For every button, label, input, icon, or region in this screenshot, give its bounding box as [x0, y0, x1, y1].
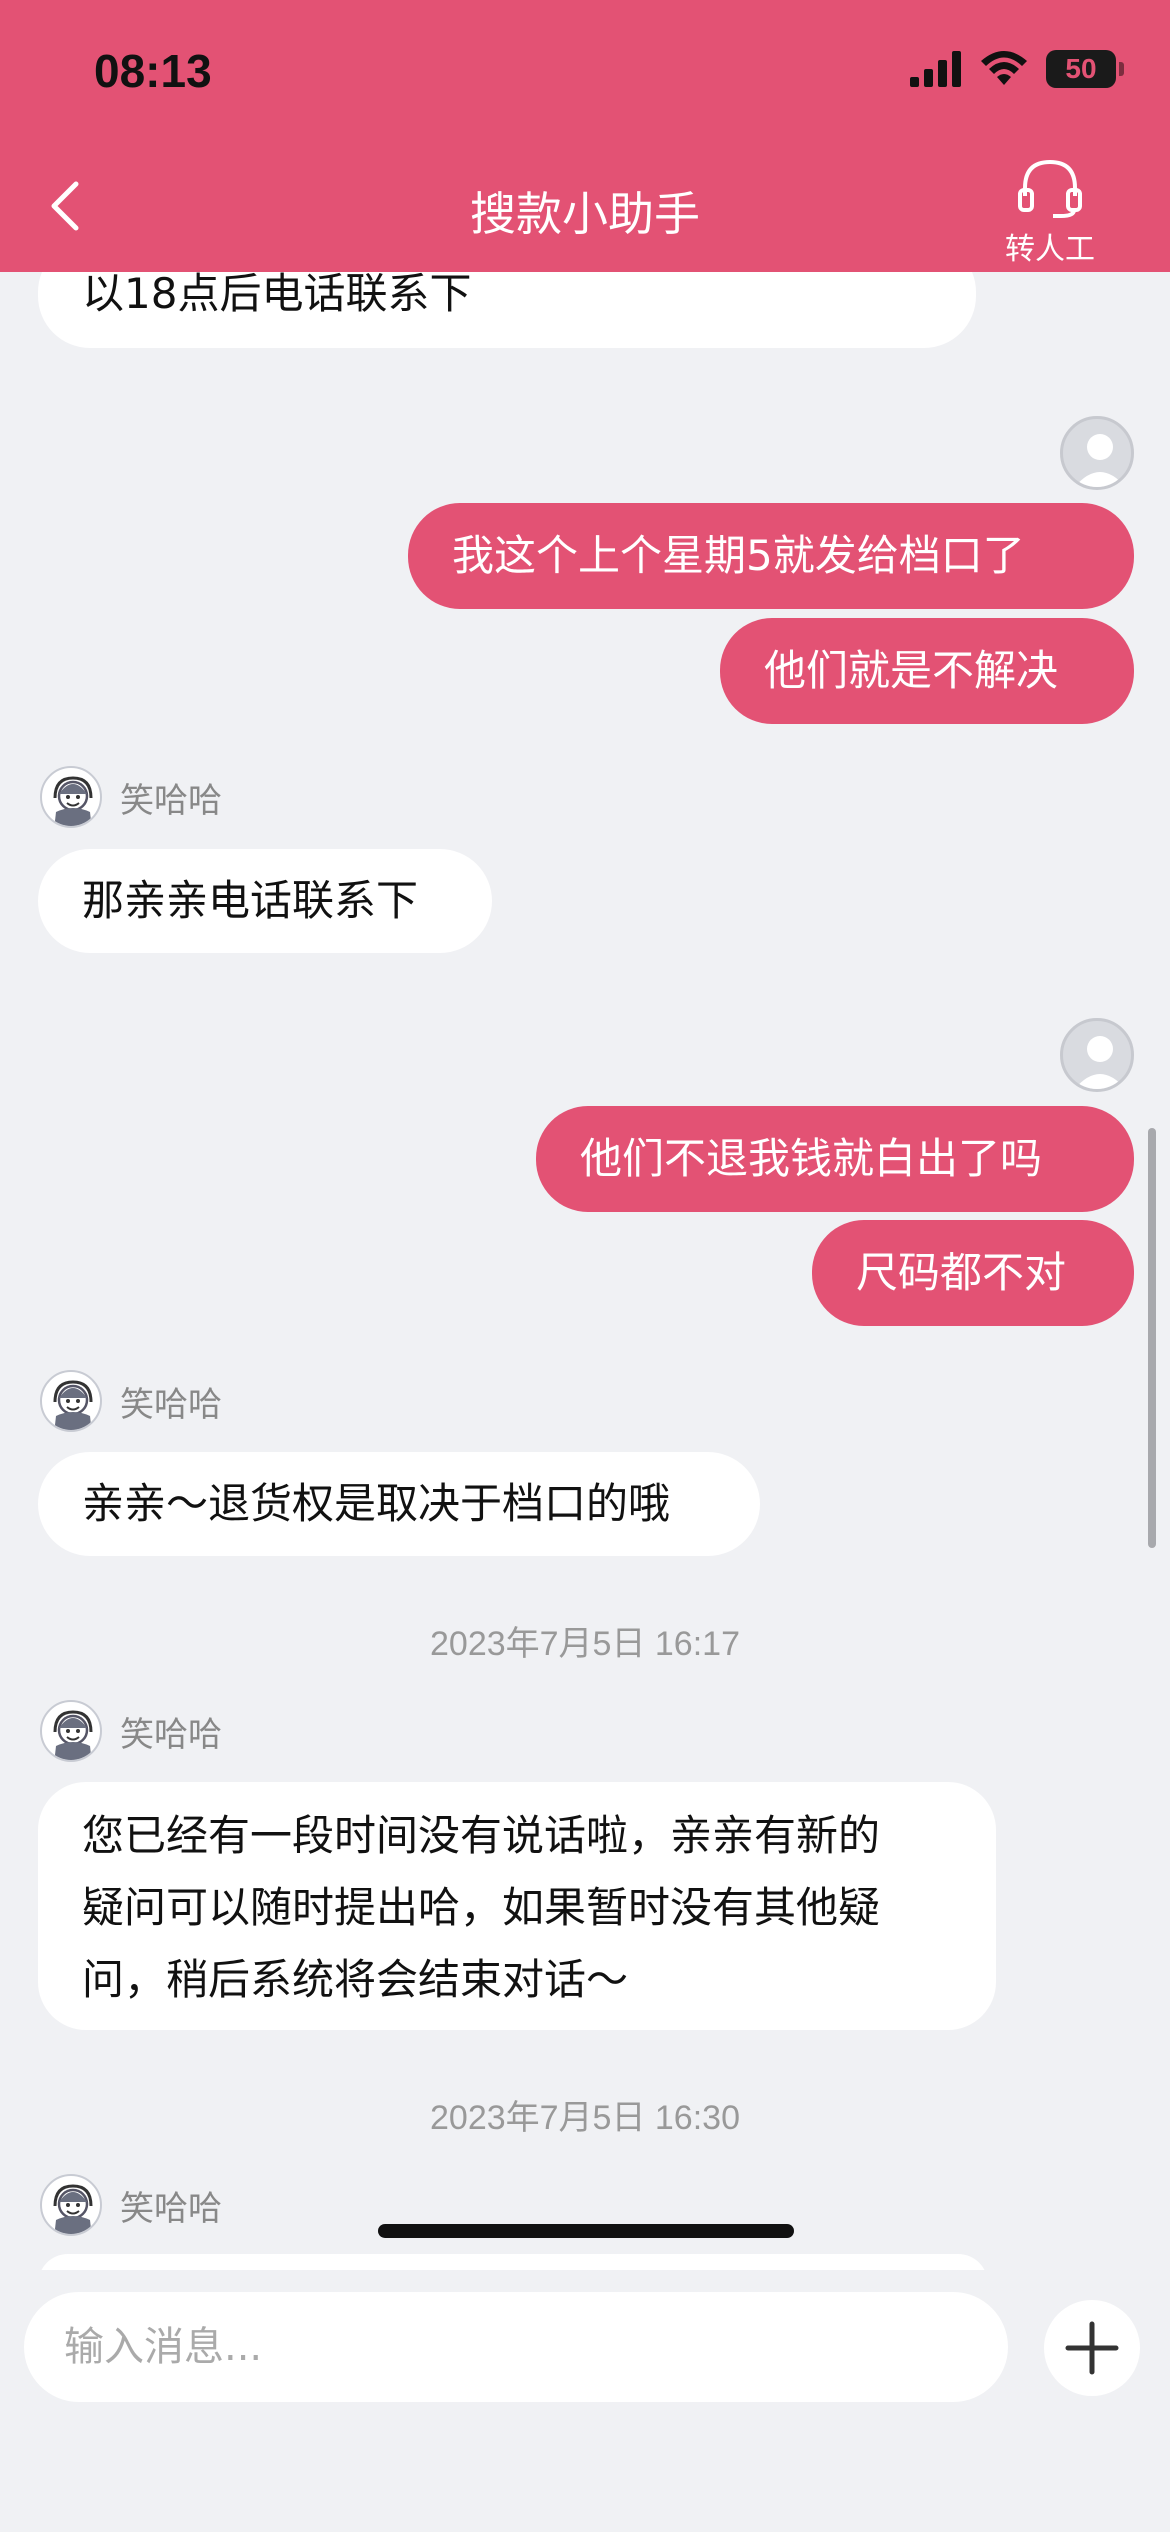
outgoing-message[interactable]: 尺码都不对: [812, 1220, 1134, 1326]
outgoing-message[interactable]: 他们就是不解决: [720, 618, 1134, 724]
agent-header: 笑哈哈: [40, 1370, 222, 1432]
message-line: 问，稍后系统将会结束对话～: [82, 1955, 629, 2004]
agent-name: 笑哈哈: [120, 780, 222, 821]
agent-header: 笑哈哈: [40, 766, 222, 828]
timestamp: 2023年7月5日 16:17: [430, 1625, 740, 1663]
agent-header: 笑哈哈: [40, 1700, 222, 1762]
wifi-icon: [981, 51, 1027, 85]
add-attachment-button[interactable]: [1044, 2300, 1140, 2396]
person-icon: [1074, 1036, 1126, 1089]
incoming-message[interactable]: 那亲亲电话联系下: [38, 849, 492, 953]
agent-name: 笑哈哈: [120, 1714, 222, 1755]
input-bar: [0, 2270, 1170, 2532]
incoming-message-partial[interactable]: [38, 2254, 988, 2270]
agent-avatar-icon: [40, 766, 102, 828]
outgoing-message[interactable]: 他们不退我钱就白出了吗: [536, 1106, 1134, 1212]
headset-icon: [1018, 159, 1082, 218]
home-indicator[interactable]: [378, 2224, 794, 2238]
signal-icon: [910, 51, 961, 87]
chat-area[interactable]: 以18点后电话联系下 我这个上个星期5就发给档口了 他们就是不解决 笑哈哈 那亲…: [0, 0, 1170, 2270]
agent-avatar-icon: [40, 1370, 102, 1432]
person-icon: [1074, 434, 1126, 487]
user-avatar: [1060, 1018, 1134, 1092]
transfer-human-button[interactable]: 转人工: [980, 156, 1120, 268]
transfer-label: 转人工: [1005, 232, 1095, 267]
user-avatar: [1060, 416, 1134, 490]
message-line: 您已经有一段时间没有说话啦，亲亲有新的: [82, 1811, 881, 1860]
timestamp: 2023年7月5日 16:30: [430, 2099, 740, 2137]
scrollbar[interactable]: [1148, 1128, 1156, 1548]
battery-icon: 50: [1046, 50, 1124, 88]
incoming-message[interactable]: 您已经有一段时间没有说话啦，亲亲有新的 疑问可以随时提出哈，如果暂时没有其他疑 …: [38, 1782, 996, 2030]
outgoing-message[interactable]: 我这个上个星期5就发给档口了: [408, 503, 1134, 609]
agent-header: 笑哈哈: [40, 2174, 222, 2236]
agent-avatar-icon: [40, 1700, 102, 1762]
incoming-message[interactable]: 亲亲～退货权是取决于档口的哦: [38, 1452, 760, 1556]
status-time: 08:13: [94, 45, 212, 97]
agent-name: 笑哈哈: [120, 1384, 222, 1425]
agent-name: 笑哈哈: [120, 2188, 222, 2229]
plus-icon: [1065, 2321, 1119, 2375]
nav-header: 08:13 50 搜款小助手 转人工: [0, 0, 1170, 272]
message-line: 疑问可以随时提出哈，如果暂时没有其他疑: [82, 1883, 881, 1932]
agent-avatar-icon: [40, 2174, 102, 2236]
status-icons: 50: [910, 50, 1124, 88]
message-input[interactable]: [24, 2292, 1008, 2402]
